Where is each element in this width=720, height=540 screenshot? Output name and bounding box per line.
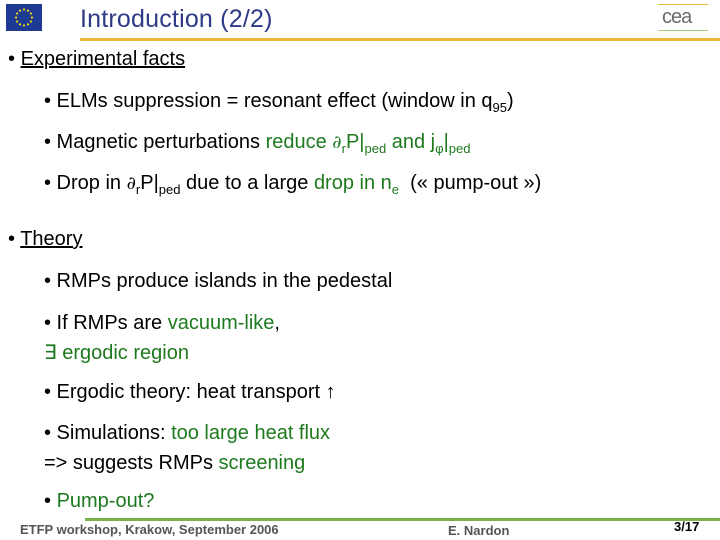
item-text: (« pump-out ») [399,172,542,194]
eu-flag-logo [6,4,42,31]
footer-author: E. Nardon [448,523,510,538]
subscript: e [391,182,400,197]
item-text: • Magnetic perturbations [44,131,266,153]
item-text: • ELMs suppression = resonant effect (wi… [44,90,493,112]
item-elms-suppression: • ELMs suppression = resonant effect (wi… [44,86,514,116]
highlight-text: screening [218,452,306,474]
cea-logo-text: cea [662,6,692,28]
item-text: • Drop in [44,172,127,194]
item-text: and j [386,131,436,153]
highlight-text: drop in ne [313,172,400,197]
eu-flag-icon [6,4,42,31]
highlight-text: Pump-out? [56,490,155,512]
section-heading: Theory [20,228,83,250]
subscript: 95 [492,100,508,115]
item-text: • Simulations: [44,422,172,444]
item-text: due to a large [180,172,314,194]
item-text: ) [507,90,514,112]
subscript: ped [448,141,471,156]
highlight-drop: drop in n [313,172,392,194]
highlight-text: reduce ∂rP|ped and jφ|ped [265,131,471,156]
item-simulations: • Simulations: too large heat flux => su… [44,418,330,478]
cea-logo: cea [654,4,714,32]
item-text: P| [140,172,159,194]
item-drop-in-gradient: • Drop in ∂rP|ped due to a large drop in… [44,168,541,199]
footer-divider [85,518,720,521]
section-theory: • Theory [8,228,82,251]
item-rmps-islands: • RMPs produce islands in the pedestal [44,266,392,296]
section-heading: Experimental facts [20,48,186,70]
highlight-reduce: reduce [265,131,333,153]
section-experimental-facts: • Experimental facts [8,48,185,71]
item-ergodic-theory: • Ergodic theory: heat transport ↑ [44,377,336,407]
page-number: 3/17 [674,519,700,534]
slide-title: Introduction (2/2) [80,5,273,33]
highlight-text: too large heat flux [171,422,331,444]
bullet: • [8,228,16,250]
item-text: • RMPs produce islands in the pedestal [44,270,393,292]
cea-logo-bottom-line [658,30,708,31]
title-divider [80,38,720,41]
item-text: • If RMPs are [44,312,168,334]
cea-logo-top-line [658,4,708,5]
highlight-text: ∃ ergodic region [44,342,189,364]
item-vacuum-like: • If RMPs are vacuum-like, ∃ ergodic reg… [44,308,280,368]
subscript: ped [364,141,387,156]
arrow-up-icon: ↑ [325,381,336,403]
item-text: P| [345,131,365,153]
item-text: => suggests RMPs [44,452,219,474]
item-text: • Ergodic theory: heat transport [44,381,326,403]
subscript: φ [435,141,444,156]
partial-symbol: ∂ [126,173,136,194]
bullet: • [44,490,57,512]
item-text: , [274,312,280,334]
item-magnetic-perturbations: • Magnetic perturbations reduce ∂rP|ped … [44,127,470,158]
bullet: • [8,48,16,70]
item-pump-out: • Pump-out? [44,486,154,516]
highlight-text: vacuum-like [167,312,275,334]
footer-event: ETFP workshop, Krakow, September 2006 [20,522,279,537]
subscript: ped [158,182,181,197]
partial-symbol: ∂ [332,132,342,153]
